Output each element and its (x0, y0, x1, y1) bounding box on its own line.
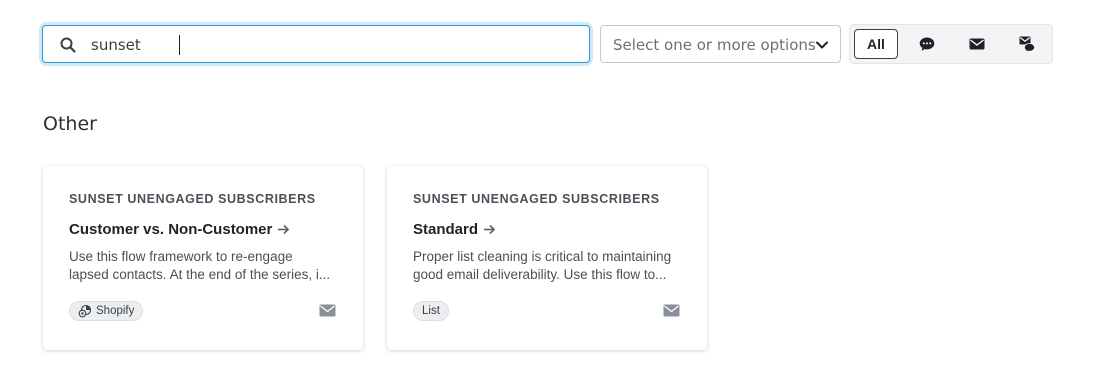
card-title-text: Customer vs. Non-Customer (69, 221, 273, 238)
channel-toggle-group: All (849, 24, 1053, 64)
filter-multiselect[interactable]: Select one or more options (600, 25, 841, 63)
multichannel-icon (1019, 36, 1036, 53)
channel-sms-button[interactable] (905, 29, 949, 59)
text-caret (179, 35, 180, 55)
search-input[interactable] (91, 32, 571, 58)
channel-all-button[interactable]: All (854, 29, 898, 59)
flow-template-card[interactable]: SUNSET UNENGAGED SUBSCRIBERS Standard Pr… (387, 166, 707, 350)
card-category: SUNSET UNENGAGED SUBSCRIBERS (69, 192, 316, 206)
tag-label: List (422, 305, 440, 317)
integration-tag: Shopify (69, 301, 144, 321)
search-field[interactable] (42, 25, 590, 63)
tag-label: Shopify (96, 305, 135, 317)
card-category: SUNSET UNENGAGED SUBSCRIBERS (413, 192, 660, 206)
card-title-link[interactable]: Standard (413, 221, 496, 238)
arrow-right-icon (484, 224, 496, 235)
shopify-icon (78, 304, 92, 318)
card-description-line: good email deliverability. Use this flow… (413, 267, 667, 282)
email-icon (969, 38, 985, 50)
audience-tag: List (413, 301, 449, 321)
card-description: Use this flow framework to re-engage lap… (69, 248, 339, 284)
card-title-link[interactable]: Customer vs. Non-Customer (69, 221, 290, 238)
channel-multichannel-button[interactable] (1005, 29, 1049, 59)
multiselect-placeholder: Select one or more options (613, 36, 816, 54)
card-description: Proper list cleaning is critical to main… (413, 248, 683, 284)
flow-template-card[interactable]: SUNSET UNENGAGED SUBSCRIBERS Customer vs… (43, 166, 363, 350)
card-title-text: Standard (413, 221, 479, 238)
chevron-down-icon (816, 41, 828, 49)
section-title: Other (43, 113, 97, 135)
email-icon (663, 304, 680, 317)
card-description-line: Proper list cleaning is critical to main… (413, 249, 672, 264)
search-icon (60, 37, 76, 53)
email-icon (319, 304, 336, 317)
flow-library-page: Select one or more options All (0, 0, 1099, 376)
arrow-right-icon (278, 224, 290, 235)
card-description-line: Use this flow framework to re-engage (69, 249, 293, 264)
card-description-line: lapsed contacts. At the end of the serie… (69, 267, 331, 282)
channel-all-label: All (867, 36, 885, 52)
channel-email-button[interactable] (955, 29, 999, 59)
sms-icon (919, 37, 935, 51)
